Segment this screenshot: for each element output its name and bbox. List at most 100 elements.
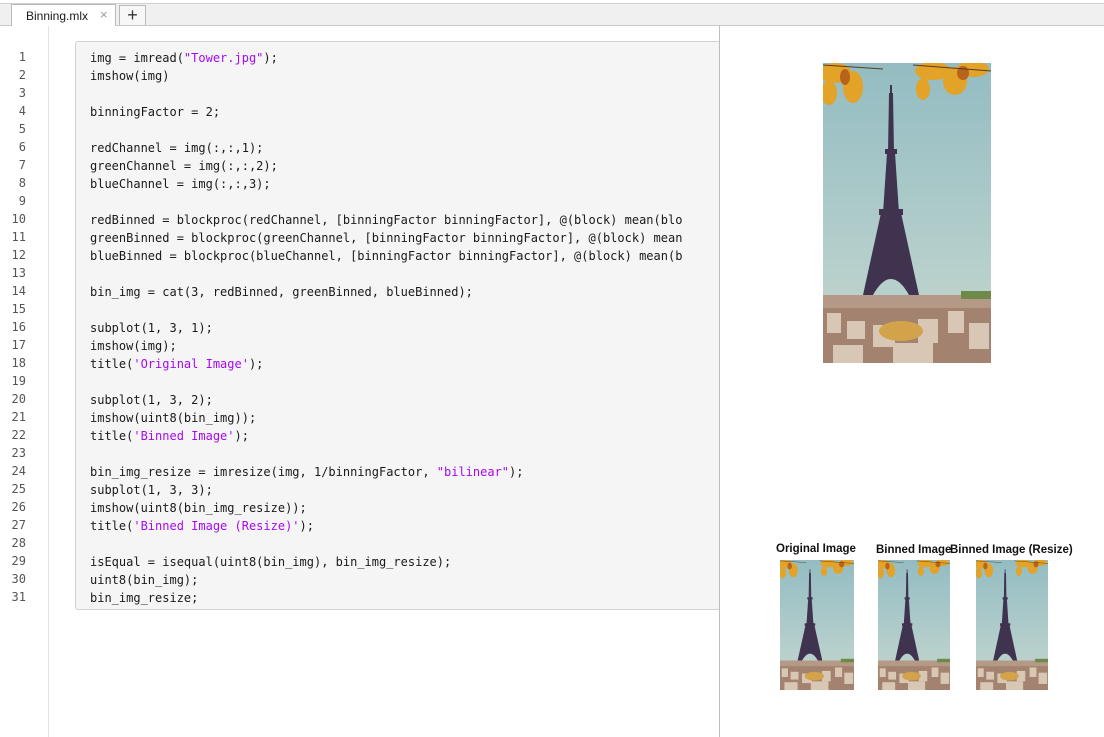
- line-number: 23: [11, 446, 26, 460]
- code-token: redBinned = blockproc(redChannel, [binni…: [90, 213, 683, 227]
- code-token: redChannel = img(:,:,1);: [90, 141, 264, 155]
- subplot-image-binned: [878, 560, 950, 690]
- subplot-title-binned-resize: Binned Image (Resize): [950, 544, 1073, 556]
- tower-thumbnail: [878, 560, 950, 690]
- code-token: uint8(bin_img);: [90, 573, 199, 587]
- code-token: );: [509, 465, 524, 479]
- close-icon[interactable]: ×: [100, 7, 108, 22]
- line-number: 4: [18, 104, 26, 118]
- code-token: );: [248, 357, 264, 371]
- code-line[interactable]: bin_img_resize;: [90, 589, 198, 607]
- code-line[interactable]: bin_img_resize = imresize(img, 1/binning…: [90, 463, 523, 481]
- code-line[interactable]: subplot(1, 3, 2);: [90, 391, 213, 409]
- line-number: 31: [11, 590, 26, 604]
- tab-binning-mlx[interactable]: Binning.mlx ×: [11, 4, 116, 26]
- code-token: );: [299, 519, 314, 533]
- code-token: subplot(1, 3, 1);: [90, 321, 213, 335]
- line-number: 6: [18, 140, 26, 154]
- line-number-gutter: 1 2 3 4 5 6 7 8 9 10 11 12 13 14 15 16 17 18 19 20 21 22 23 24 2…: [0, 26, 49, 737]
- line-number: 17: [11, 338, 26, 352]
- line-number: 22: [11, 428, 26, 442]
- code-line[interactable]: redBinned = blockproc(redChannel, [binni…: [90, 211, 682, 229]
- code-line[interactable]: blueBinned = blockproc(blueChannel, [bin…: [90, 247, 682, 265]
- string-literal: 'Binned Image (Resize)': [133, 519, 300, 533]
- code-line[interactable]: title('Binned Image (Resize)');: [90, 517, 314, 535]
- line-number: 1: [18, 50, 26, 64]
- output-figure-tower-image: [823, 63, 991, 363]
- code-token: imshow(img);: [90, 339, 177, 353]
- code-token: imshow(uint8(bin_img_resize));: [90, 501, 307, 515]
- tower-thumbnail: [780, 560, 854, 690]
- code-line[interactable]: redChannel = img(:,:,1);: [90, 139, 263, 157]
- code-token: imshow(img): [90, 69, 170, 83]
- code-line[interactable]: blueChannel = img(:,:,3);: [90, 175, 271, 193]
- code-token: );: [263, 51, 278, 65]
- line-number: 15: [11, 302, 26, 316]
- code-line[interactable]: uint8(bin_img);: [90, 571, 198, 589]
- code-line[interactable]: greenBinned = blockproc(greenChannel, [b…: [90, 229, 682, 247]
- subplot-title-original: Original Image: [776, 543, 856, 555]
- line-number: 12: [11, 248, 26, 262]
- code-token: blueBinned = blockproc(blueChannel, [bin…: [90, 249, 683, 263]
- string-literal: "Tower.jpg": [183, 51, 264, 65]
- line-number: 5: [18, 122, 26, 136]
- line-number: 20: [11, 392, 26, 406]
- code-token: img = imread(: [90, 51, 184, 65]
- code-line[interactable]: imshow(img);: [90, 337, 177, 355]
- code-line[interactable]: binningFactor = 2;: [90, 103, 220, 121]
- code-token: title(: [90, 357, 134, 371]
- code-token: greenBinned = blockproc(greenChannel, [b…: [90, 231, 683, 245]
- line-number: 24: [11, 464, 26, 478]
- line-number: 8: [18, 176, 26, 190]
- line-number: 14: [11, 284, 26, 298]
- code-token: greenChannel = img(:,:,2);: [90, 159, 278, 173]
- code-line[interactable]: bin_img = cat(3, redBinned, greenBinned,…: [90, 283, 473, 301]
- line-number: 19: [11, 374, 26, 388]
- code-line[interactable]: img = imread("Tower.jpg");: [90, 49, 278, 67]
- code-line[interactable]: subplot(1, 3, 3);: [90, 481, 213, 499]
- code-token: title(: [90, 429, 134, 443]
- line-number: 29: [11, 554, 26, 568]
- string-literal: 'Binned Image': [133, 429, 235, 443]
- line-number: 7: [18, 158, 26, 172]
- line-number: 18: [11, 356, 26, 370]
- line-number: 13: [11, 266, 26, 280]
- code-line[interactable]: title('Original Image');: [90, 355, 263, 373]
- code-line[interactable]: imshow(uint8(bin_img));: [90, 409, 256, 427]
- code-token: blueChannel = img(:,:,3);: [90, 177, 271, 191]
- window-top-edge: [0, 0, 1104, 4]
- tower-image: [823, 63, 991, 363]
- code-token: subplot(1, 3, 2);: [90, 393, 213, 407]
- code-token: imshow(uint8(bin_img));: [90, 411, 257, 425]
- code-line[interactable]: greenChannel = img(:,:,2);: [90, 157, 278, 175]
- code-line[interactable]: subplot(1, 3, 1);: [90, 319, 213, 337]
- code-line[interactable]: imshow(uint8(bin_img_resize));: [90, 499, 307, 517]
- code-block[interactable]: img = imread("Tower.jpg"); imshow(img) bin…: [75, 41, 735, 610]
- line-number: 16: [11, 320, 26, 334]
- tower-thumbnail: [976, 560, 1048, 690]
- subplot-title-binned: Binned Image: [876, 544, 952, 556]
- line-number: 3: [18, 86, 26, 100]
- line-number: 30: [11, 572, 26, 586]
- line-number: 11: [11, 230, 26, 244]
- string-literal: "bilinear": [436, 465, 510, 479]
- subplot-image-original: [780, 560, 854, 690]
- line-number: 27: [11, 518, 26, 532]
- code-line[interactable]: title('Binned Image');: [90, 427, 249, 445]
- string-literal: 'Original Image': [133, 357, 249, 371]
- subplot-image-binned-resize: [976, 560, 1048, 690]
- code-token: binningFactor = 2;: [90, 105, 221, 119]
- line-number: 26: [11, 500, 26, 514]
- new-tab-button[interactable]: +: [119, 5, 146, 25]
- code-line[interactable]: isEqual = isequal(uint8(bin_img), bin_im…: [90, 553, 451, 571]
- output-pane: Original Image Binned Image Binned Image…: [719, 26, 1104, 737]
- line-number: 21: [11, 410, 26, 424]
- editor-tab-bar: Binning.mlx × +: [0, 0, 1104, 26]
- code-token: title(: [90, 519, 134, 533]
- line-number: 2: [18, 68, 26, 82]
- code-line[interactable]: imshow(img): [90, 67, 169, 85]
- line-number: 28: [11, 536, 26, 550]
- line-number: 9: [18, 194, 26, 208]
- tab-label: Binning.mlx: [26, 9, 89, 23]
- code-token: bin_img_resize = imresize(img, 1/binning…: [90, 465, 437, 479]
